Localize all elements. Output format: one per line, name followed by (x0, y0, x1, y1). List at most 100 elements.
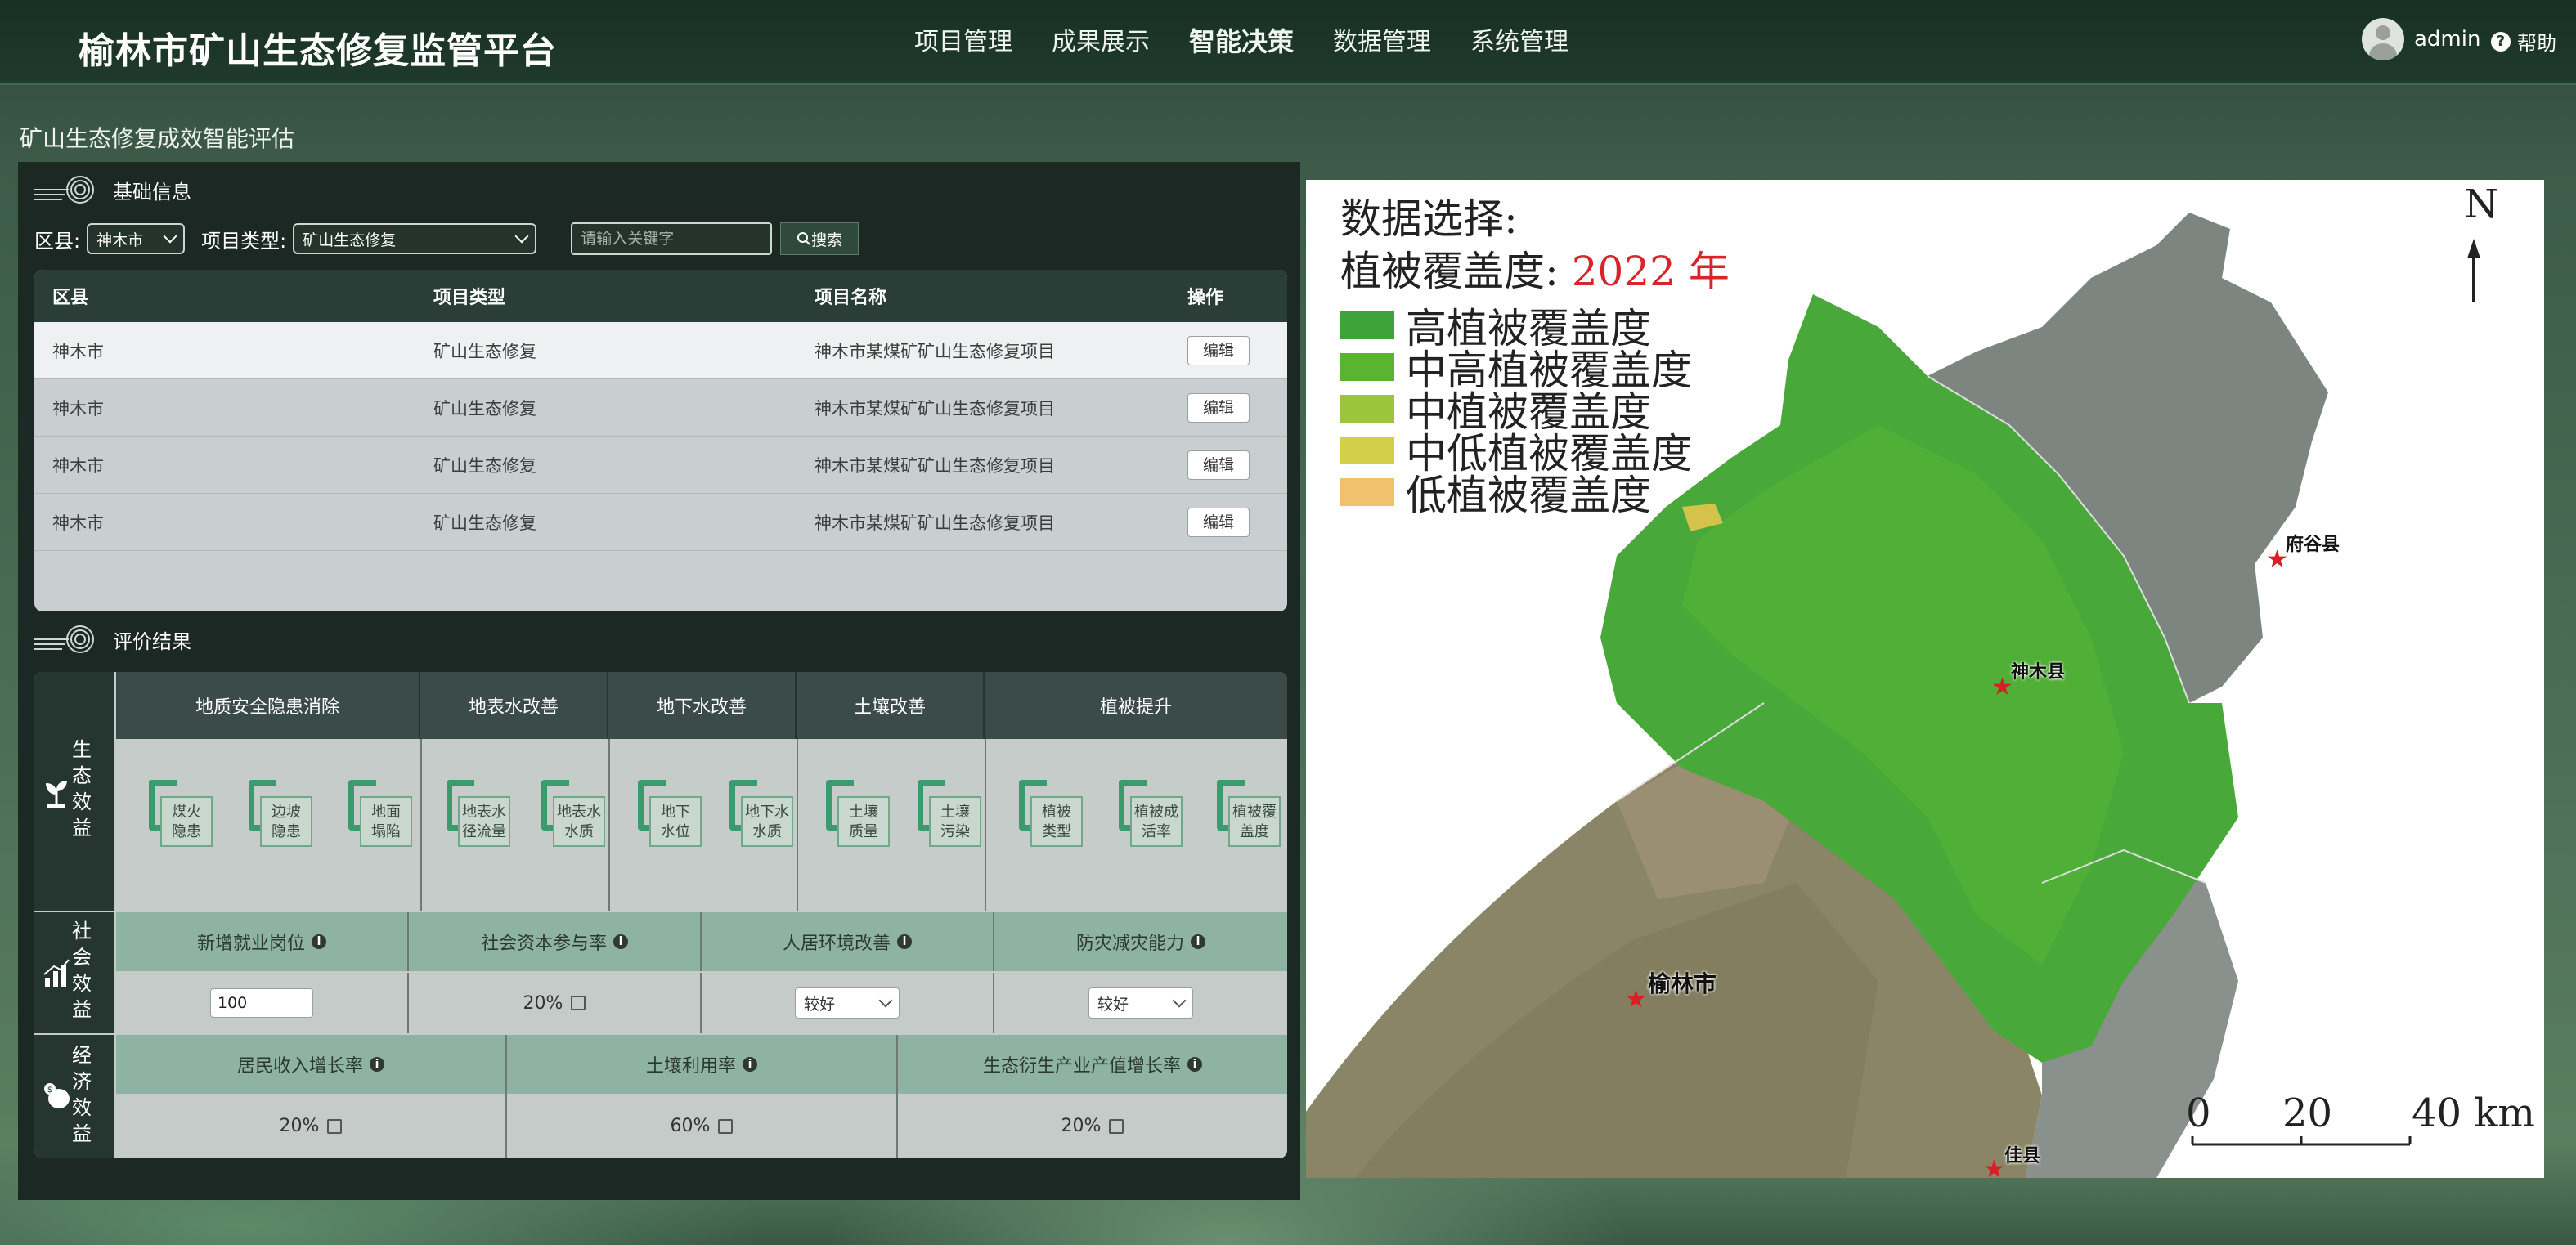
username[interactable]: admin (2414, 27, 2480, 52)
edit-icon[interactable] (571, 996, 586, 1010)
top-navigation-bar: 榆林市矿山生态修复监管平台 项目管理 成果展示 智能决策 数据管理 系统管理 a… (0, 0, 2576, 85)
item-veg-type[interactable]: 植被 类型 (1019, 780, 1086, 847)
chevron-down-icon (1172, 993, 1187, 1008)
edit-icon[interactable] (718, 1118, 734, 1134)
cell-name: 神木市某煤矿矿山生态修复项目 (815, 513, 1055, 533)
info-icon: i (1187, 1057, 1202, 1072)
avatar[interactable] (2362, 18, 2404, 60)
legend-item-low: 低植被覆盖度 (1340, 463, 1651, 522)
table-row[interactable]: 神木市 矿山生态修复 神木市某煤矿矿山生态修复项目 编辑 (34, 322, 1287, 379)
disaster-select[interactable]: 较好 (1088, 987, 1193, 1019)
nav-item-system[interactable]: 系统管理 (1470, 21, 1568, 59)
chevron-down-icon (163, 229, 177, 244)
social-cell-capital: 20% (409, 973, 702, 1033)
year-value[interactable]: 2022 年 (1572, 248, 1730, 295)
social-col-capital: 社会资本参与率 i (409, 912, 702, 971)
table-row[interactable]: 神木市 矿山生态修复 神木市某煤矿矿山生态修复项目 编辑 (34, 494, 1287, 551)
section-evaluation: 评价结果 (33, 623, 191, 656)
eco-col-industry: 生态衍生产业产值增长率 i (898, 1035, 1287, 1094)
col-action: 操作 (1187, 288, 1224, 308)
divider (797, 739, 798, 911)
item-slope[interactable]: 边坡 隐患 (249, 780, 316, 847)
edit-button[interactable]: 编辑 (1187, 507, 1250, 537)
nav-item-decision[interactable]: 智能决策 (1189, 21, 1294, 59)
social-col-living: 人居环境改善 i (702, 912, 994, 971)
divider (985, 739, 986, 911)
item-ground-quality[interactable]: 地下水 水质 (729, 780, 797, 847)
cell-county: 神木市 (52, 455, 104, 476)
item-surface-quality[interactable]: 地表水 水质 (541, 780, 608, 847)
keyword-input[interactable]: 请输入关键字 (571, 222, 773, 255)
cell-county: 神木市 (52, 398, 104, 419)
edit-icon[interactable] (327, 1118, 343, 1134)
edit-icon[interactable] (1109, 1118, 1124, 1134)
item-veg-coverage[interactable]: 植被覆 盖度 (1217, 780, 1284, 847)
eco-cell-soil-use: 60% (507, 1094, 898, 1158)
col-county: 区县 (52, 288, 89, 308)
cell-type: 矿山生态修复 (433, 513, 536, 533)
cell-type: 矿山生态修复 (433, 455, 536, 476)
eco-group-vegetation: 植被提升 (985, 672, 1287, 739)
social-cell-jobs: 100 (116, 973, 409, 1033)
item-veg-survival[interactable]: 植被成 活率 (1119, 780, 1186, 847)
table-row[interactable]: 神木市 矿山生态修复 神木市某煤矿矿山生态修复项目 编辑 (34, 379, 1287, 437)
bar-chart-icon (43, 959, 70, 987)
eco-cell-industry: 20% (898, 1094, 1287, 1158)
info-icon: i (312, 934, 326, 949)
help-link[interactable]: ? 帮助 (2491, 27, 2556, 56)
col-name: 项目名称 (815, 288, 887, 308)
eco-cell-income: 20% (116, 1094, 507, 1158)
search-icon (797, 232, 810, 245)
star-icon: ★ (2266, 545, 2288, 574)
scale-40: 40 km (2412, 1090, 2535, 1136)
item-subsidence[interactable]: 地面 塌陷 (348, 780, 415, 847)
type-label: 项目类型: (201, 229, 287, 253)
item-surface-runoff[interactable]: 地表水 径流量 (447, 780, 514, 847)
county-select-value: 神木市 (96, 231, 144, 249)
user-menu[interactable]: admin (2362, 18, 2480, 60)
left-panel: 基础信息 区县: 神木市 项目类型: 矿山生态修复 请输入关键字 搜索 区县 项… (18, 162, 1300, 1200)
edit-button[interactable]: 编辑 (1187, 392, 1250, 423)
social-col-jobs: 新增就业岗位 i (116, 912, 409, 971)
jobs-input[interactable]: 100 (210, 988, 313, 1018)
cell-county: 神木市 (52, 513, 104, 533)
scale-20: 20 (2282, 1090, 2333, 1136)
section-title: 基础信息 (113, 180, 191, 204)
project-table: 区县 项目类型 项目名称 操作 神木市 矿山生态修复 神木市某煤矿矿山生态修复项… (34, 270, 1287, 611)
cell-name: 神木市某煤矿矿山生态修复项目 (815, 455, 1055, 476)
type-select[interactable]: 矿山生态修复 (293, 223, 537, 254)
social-cell-living: 较好 (702, 973, 994, 1033)
swirl-icon (34, 625, 94, 653)
item-coal-fire[interactable]: 煤火 隐患 (149, 780, 216, 847)
place-shenmu: 神木县 (2011, 662, 2066, 683)
search-button[interactable]: 搜索 (780, 222, 859, 255)
info-icon: i (613, 934, 628, 949)
county-select[interactable]: 神木市 (87, 223, 186, 254)
table-row[interactable]: 神木市 矿山生态修复 神木市某煤矿矿山生态修复项目 编辑 (34, 437, 1287, 494)
living-select[interactable]: 较好 (795, 987, 900, 1019)
scale-0: 0 (2186, 1090, 2211, 1136)
map-legend-title: 数据选择: (1340, 195, 1518, 243)
table-header: 区县 项目类型 项目名称 操作 (34, 270, 1287, 322)
nav-item-project[interactable]: 项目管理 (914, 21, 1012, 59)
nav-item-results[interactable]: 成果展示 (1052, 21, 1150, 59)
section-title: 评价结果 (113, 629, 191, 653)
item-soil-pollution[interactable]: 土壤 污染 (918, 780, 985, 847)
ecological-label: 生态效益 (34, 672, 114, 911)
cell-name: 神木市某煤矿矿山生态修复项目 (815, 341, 1055, 361)
map-year-selector[interactable]: 植被覆盖度: 2022 年 (1340, 239, 1730, 298)
map-panel[interactable]: 数据选择: 植被覆盖度: 2022 年 高植被覆盖度 中高植被覆盖度 中植被覆盖… (1306, 180, 2544, 1182)
social-label: 社会效益 (34, 912, 114, 1033)
star-icon: ★ (1625, 985, 1647, 1014)
item-ground-level[interactable]: 地下 水位 (638, 780, 705, 847)
economic-label: $ 经济效益 (34, 1035, 114, 1158)
edit-button[interactable]: 编辑 (1187, 335, 1250, 365)
search-label: 搜索 (811, 231, 843, 249)
item-soil-quality[interactable]: 土壤 质量 (826, 780, 893, 847)
edit-button[interactable]: 编辑 (1187, 450, 1250, 480)
app-title: 榆林市矿山生态修复监管平台 (79, 30, 557, 72)
info-icon: i (370, 1057, 384, 1072)
social-cell-disaster: 较好 (994, 973, 1287, 1033)
chevron-down-icon (878, 993, 893, 1008)
nav-item-data[interactable]: 数据管理 (1333, 21, 1431, 59)
